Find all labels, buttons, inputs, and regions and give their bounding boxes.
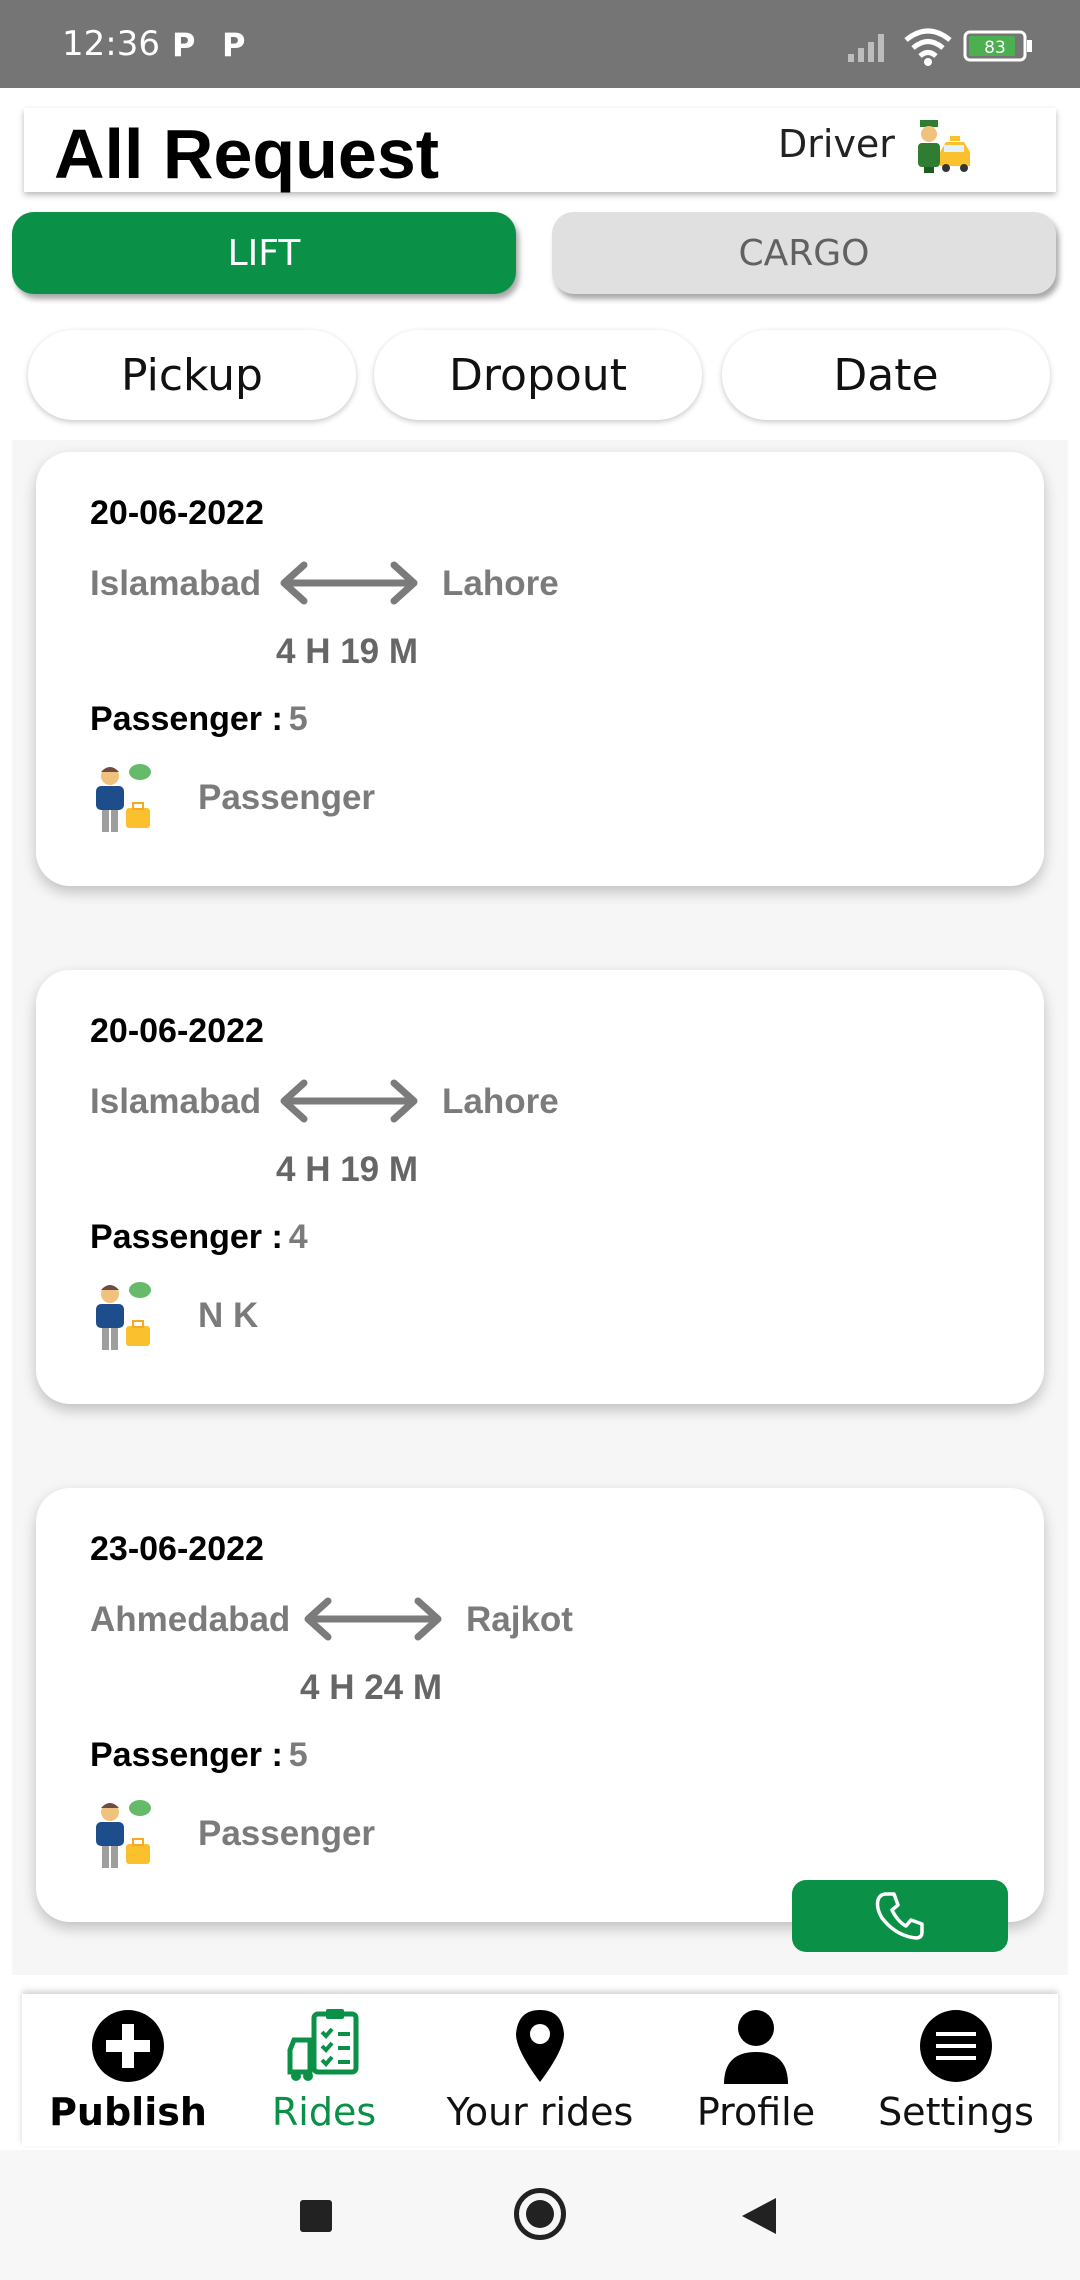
- nav-profile[interactable]: Profile: [656, 2006, 856, 2134]
- request-card[interactable]: 20-06-2022 Islamabad Lahore 4 H 19 M Pas…: [36, 970, 1044, 1404]
- cargo-tab[interactable]: CARGO: [552, 212, 1056, 294]
- person-icon: [724, 2010, 788, 2084]
- nav-publish-label: Publish: [49, 2090, 207, 2134]
- signal-icon: [848, 34, 884, 62]
- pickup-city: Ahmedabad: [90, 1600, 291, 1639]
- passenger-count-row: Passenger :5: [90, 700, 308, 739]
- passenger-count-row: Passenger :4: [90, 1218, 308, 1257]
- back-button[interactable]: [742, 2198, 776, 2234]
- ride-duration: 4 H 19 M: [276, 1150, 418, 1189]
- call-button[interactable]: [792, 1880, 1008, 1952]
- nav-settings[interactable]: Settings: [856, 2006, 1056, 2134]
- passenger-count-row: Passenger :5: [90, 1736, 308, 1775]
- system-navigation-bar: [0, 2150, 1080, 2280]
- double-arrow-icon: [280, 561, 418, 605]
- passenger-label: Passenger :: [90, 700, 283, 738]
- notification-p-icon: P: [172, 26, 196, 64]
- filter-bar: Pickup Dropout Date: [28, 330, 1052, 422]
- page-title: All Request: [54, 115, 440, 193]
- nav-settings-label: Settings: [878, 2090, 1034, 2134]
- passenger-avatar-icon: [96, 1282, 151, 1350]
- lift-tab[interactable]: LIFT: [12, 212, 516, 294]
- nav-your-rides-label: Your rides: [446, 2090, 634, 2134]
- drop-city: Lahore: [442, 564, 559, 603]
- passenger-count: 5: [288, 700, 308, 738]
- passenger-name: Passenger: [198, 1814, 376, 1853]
- filter-dropout-button[interactable]: Dropout: [374, 330, 702, 420]
- ride-duration: 4 H 19 M: [276, 632, 418, 671]
- app-header: All Request Driver: [24, 108, 1056, 193]
- notification-p-icon: P: [222, 26, 246, 64]
- bottom-navigation: Publish Rides Your rides Profile Setting…: [22, 1994, 1058, 2146]
- passenger-avatar-icon: [96, 764, 151, 832]
- wifi-icon: [904, 28, 952, 66]
- drop-city: Lahore: [442, 1082, 559, 1121]
- passenger-count: 4: [288, 1218, 308, 1256]
- double-arrow-icon: [280, 1079, 418, 1123]
- filter-pickup-button[interactable]: Pickup: [28, 330, 356, 420]
- request-card[interactable]: 23-06-2022 Ahmedabad Rajkot 4 H 24 M Pas…: [36, 1488, 1044, 1922]
- status-time: 12:36: [62, 24, 160, 64]
- recents-button[interactable]: [300, 2200, 332, 2232]
- passenger-label: Passenger :: [90, 1736, 283, 1774]
- double-arrow-icon: [304, 1597, 442, 1641]
- ride-duration: 4 H 24 M: [300, 1668, 442, 1707]
- home-button[interactable]: [514, 2188, 566, 2240]
- rides-list-icon: [287, 2009, 359, 2081]
- passenger-count: 5: [288, 1736, 308, 1774]
- menu-circle-icon: [920, 2010, 992, 2082]
- phone-icon: [875, 1892, 924, 1940]
- nav-profile-label: Profile: [696, 2090, 816, 2134]
- status-bar: 12:36 P P 83: [0, 0, 1080, 88]
- nav-rides-label: Rides: [271, 2090, 377, 2134]
- filter-date-button[interactable]: Date: [722, 330, 1050, 420]
- location-pin-icon: [516, 2010, 564, 2082]
- drop-city: Rajkot: [466, 1600, 573, 1639]
- battery-icon: 83: [963, 30, 1032, 62]
- driver-taxi-icon: [918, 120, 970, 173]
- passenger-avatar-icon: [96, 1800, 151, 1868]
- passenger-name: N K: [198, 1296, 259, 1335]
- nav-publish[interactable]: Publish: [28, 2006, 228, 2134]
- passenger-label: Passenger :: [90, 1218, 283, 1256]
- pickup-city: Islamabad: [90, 564, 262, 603]
- request-date: 20-06-2022: [90, 494, 264, 532]
- passenger-name: Passenger: [198, 778, 376, 817]
- request-date: 23-06-2022: [90, 1530, 264, 1568]
- nav-rides[interactable]: Rides: [224, 2006, 424, 2134]
- battery-level: 83: [984, 38, 1006, 58]
- request-card[interactable]: 20-06-2022 Islamabad Lahore 4 H 19 M Pas…: [36, 452, 1044, 886]
- role-label: Driver: [778, 122, 895, 166]
- request-date: 20-06-2022: [90, 1012, 264, 1050]
- plus-circle-icon: [92, 2010, 164, 2082]
- nav-your-rides[interactable]: Your rides: [440, 2006, 640, 2134]
- pickup-city: Islamabad: [90, 1082, 262, 1121]
